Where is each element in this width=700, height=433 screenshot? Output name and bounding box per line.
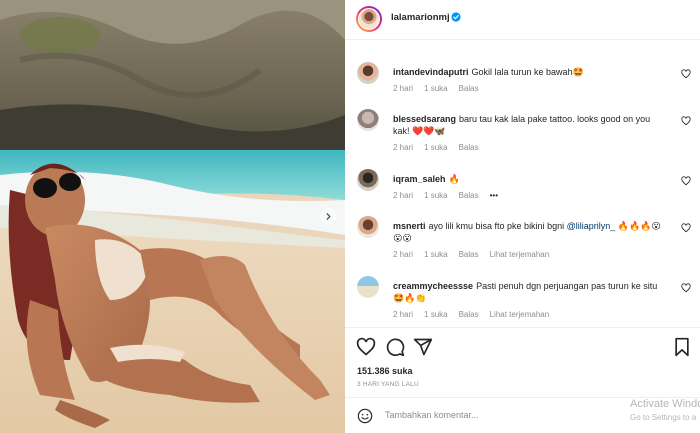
comment-text: creammycheessse Pasti penuh dgn perjuanga… [393,280,663,304]
comment-content: Gokil lala turun ke bawah🤩 [471,67,584,77]
comment-meta: 2 hari 1 suka Balas Lihat terjemahan [393,250,560,259]
see-translation-button[interactable]: Lihat terjemahan [490,250,550,259]
avatar[interactable] [356,6,382,32]
comment-icon[interactable] [385,337,405,357]
reply-button[interactable]: Balas [459,191,479,200]
heart-icon[interactable] [356,337,376,357]
comment-meta: 2 hari 1 suka Balas [393,143,490,152]
reply-button[interactable]: Balas [459,143,479,152]
post-action-bar [345,327,700,367]
comment-text: msnerti ayo lili kmu bisa fto pke bikini … [393,220,663,244]
add-comment-input[interactable] [385,410,585,420]
avatar[interactable] [357,276,379,298]
comment-time: 2 hari [393,310,414,319]
comment-text: intandevindaputri Gokil lala turun ke baw… [393,66,663,78]
comment-likes[interactable]: 1 suka [424,250,448,259]
comment-likes[interactable]: 1 suka [424,310,448,319]
post-timestamp: 3 HARI YANG LALU [357,381,419,388]
mention-link[interactable]: @liliaprilyn_ [567,221,616,231]
emoji-icon[interactable] [357,408,373,424]
activation-watermark-title: Activate Windo [630,398,700,410]
comment-username[interactable]: iqram_saleh [393,174,446,184]
comment-meta: 2 hari 1 suka Balas ••• [393,191,509,200]
activation-watermark-subtitle: Go to Settings to a [630,413,697,422]
post-photo[interactable] [0,0,345,433]
comment-text: iqram_saleh 🔥 [393,173,663,185]
comment-text: blessedsarang baru tau kak lala pake tatt… [393,113,663,137]
reply-button[interactable]: Balas [459,250,479,259]
comment-likes[interactable]: 1 suka [424,191,448,200]
see-translation-button[interactable]: Lihat terjemahan [490,310,550,319]
bookmark-icon[interactable] [672,337,692,357]
post-detail-panel: lalamarionmj intandevindaputri Gokil lala… [345,0,700,433]
comment-username[interactable]: blessedsarang [393,114,456,124]
comment-username[interactable]: creammycheessse [393,281,473,291]
comment-time: 2 hari [393,143,414,152]
comment-likes[interactable]: 1 suka [424,84,448,93]
comment-time: 2 hari [393,191,414,200]
comment-time: 2 hari [393,84,414,93]
heart-icon[interactable] [681,69,691,79]
heart-icon[interactable] [681,116,691,126]
heart-icon[interactable] [681,283,691,293]
next-photo-button[interactable] [320,208,337,225]
avatar[interactable] [357,62,379,84]
comment-username[interactable]: intandevindaputri [393,67,469,77]
comment-likes[interactable]: 1 suka [424,143,448,152]
avatar[interactable] [357,109,379,131]
like-count[interactable]: 151.386 suka [357,366,413,376]
avatar[interactable] [357,216,379,238]
comment-content: ayo lili kmu bisa fto pke bikini bgni [428,221,567,231]
chevron-right-icon [326,213,331,220]
heart-icon[interactable] [681,223,691,233]
heart-icon[interactable] [681,176,691,186]
reply-button[interactable]: Balas [459,310,479,319]
more-options-button[interactable]: ••• [490,191,498,200]
post-header: lalamarionmj [345,0,700,40]
comment-meta: 2 hari 1 suka Balas Lihat terjemahan [393,310,560,319]
comment-meta: 2 hari 1 suka Balas [393,84,490,93]
comment-username[interactable]: msnerti [393,221,426,231]
comment-time: 2 hari [393,250,414,259]
share-icon[interactable] [413,337,433,357]
avatar[interactable] [357,169,379,191]
verified-badge-icon [451,12,461,22]
post-username[interactable]: lalamarionmj [391,12,450,23]
reply-button[interactable]: Balas [459,84,479,93]
beach-photo [0,0,345,433]
comment-content: 🔥 [448,174,460,184]
